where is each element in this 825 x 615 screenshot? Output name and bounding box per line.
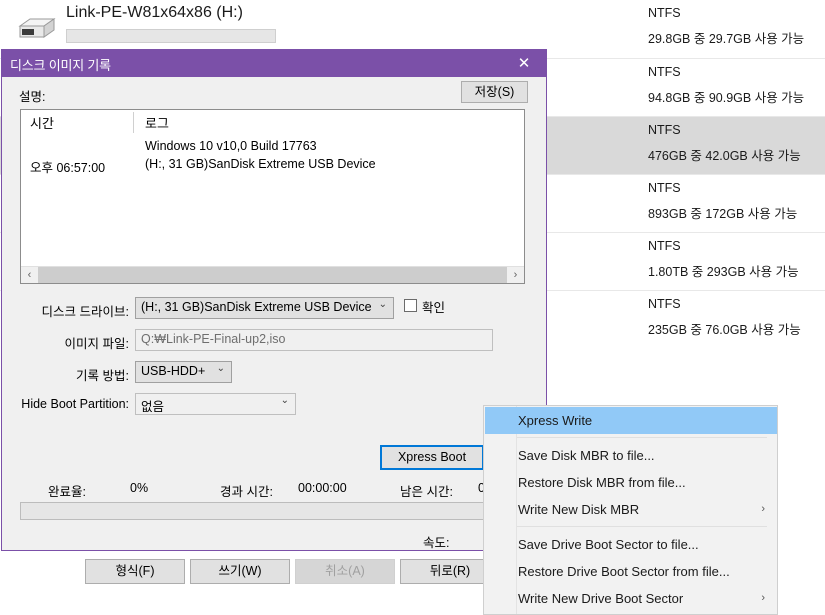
log-entry-line-1: Windows 10 v10,0 Build 17763 xyxy=(145,139,317,153)
image-file-label: 이미지 파일: xyxy=(64,337,129,351)
log-entry-time: 오후 06:57:00 xyxy=(30,161,106,175)
write-button[interactable]: 쓰기(W) xyxy=(190,559,290,584)
drive-free-space: 94.8GB 중 90.9GB 사용 가능 xyxy=(648,91,805,105)
log-horizontal-scrollbar[interactable]: ‹ › xyxy=(21,266,524,283)
drive-filesystem: NTFS xyxy=(648,181,681,195)
drive-name: Link-PE-W81x64x86 (H:) xyxy=(66,4,243,21)
confirm-checkbox[interactable] xyxy=(404,299,417,312)
drive-free-space: 235GB 중 76.0GB 사용 가능 xyxy=(648,323,801,337)
hide-boot-partition-label: Hide Boot Partition: xyxy=(21,397,129,411)
xpress-boot-button[interactable]: Xpress Boot xyxy=(380,445,484,470)
drive-free-space: 29.8GB 중 29.7GB 사용 가능 xyxy=(648,32,805,46)
log-header-row: 시간 로그 xyxy=(21,110,524,134)
menu-item-label: Save Drive Boot Sector to file... xyxy=(518,537,699,552)
drive-filesystem: NTFS xyxy=(648,6,681,20)
disk-drive-label: 디스크 드라이브: xyxy=(41,305,129,319)
chevron-down-icon: ⌄ xyxy=(378,299,387,310)
menu-item-label: Restore Drive Boot Sector from file... xyxy=(518,564,730,579)
drive-filesystem: NTFS xyxy=(648,123,681,137)
format-button[interactable]: 형식(F) xyxy=(85,559,185,584)
log-entry-line-2: (H:, 31 GB)SanDisk Extreme USB Device xyxy=(145,157,376,171)
confirm-label: 확인 xyxy=(422,301,446,315)
scroll-left-icon[interactable]: ‹ xyxy=(21,267,38,283)
menu-separator xyxy=(517,526,767,527)
menu-item[interactable]: Restore Disk MBR from file... xyxy=(485,469,777,496)
drive-free-space: 893GB 중 172GB 사용 가능 xyxy=(648,207,798,221)
hide-boot-partition-select[interactable]: 없음 ⌄ xyxy=(135,393,296,415)
elapsed-time-value: 00:00:00 xyxy=(298,481,347,495)
chevron-down-icon: ⌄ xyxy=(216,363,225,374)
menu-separator xyxy=(517,437,767,438)
menu-item[interactable]: Xpress Write xyxy=(485,407,777,434)
drive-free-space: 476GB 중 42.0GB 사용 가능 xyxy=(648,149,801,163)
scroll-right-icon[interactable]: › xyxy=(507,267,524,283)
log-column-divider xyxy=(133,112,134,133)
cancel-button: 취소(A) xyxy=(295,559,395,584)
scrollbar-thumb[interactable] xyxy=(38,267,507,283)
hide-boot-partition-value: 없음 xyxy=(141,400,165,414)
image-file-input[interactable]: Q:₩Link-PE-Final-up2,iso xyxy=(135,329,493,351)
save-button[interactable]: 저장(S) xyxy=(461,81,528,103)
log-listview[interactable]: 시간 로그 Windows 10 v10,0 Build 17763 오후 06… xyxy=(20,109,525,284)
xpress-boot-context-menu: Xpress Write Save Disk MBR to file... Rest… xyxy=(483,405,778,615)
chevron-right-icon: › xyxy=(761,503,765,515)
menu-item-label: Write New Disk MBR xyxy=(518,502,640,517)
menu-item[interactable]: Save Drive Boot Sector to file... xyxy=(485,531,777,558)
write-method-value: USB-HDD+ xyxy=(141,364,206,378)
write-method-label: 기록 방법: xyxy=(76,369,129,383)
log-column-time: 시간 xyxy=(30,116,54,131)
disk-drive-value: (H:, 31 GB)SanDisk Extreme USB Device xyxy=(141,300,372,314)
percent-label: 완료율: xyxy=(48,485,86,499)
remaining-time-label: 남은 시간: xyxy=(400,485,453,499)
dialog-titlebar: 디스크 이미지 기록 ✕ xyxy=(2,50,546,77)
menu-item[interactable]: Save Disk MBR to file... xyxy=(485,442,777,469)
menu-item-label: Xpress Write xyxy=(518,413,593,428)
disk-image-write-dialog: 디스크 이미지 기록 ✕ 설명: 저장(S) 시간 로그 Windows 10 … xyxy=(1,49,547,584)
disk-drive-select[interactable]: (H:, 31 GB)SanDisk Extreme USB Device ⌄ xyxy=(135,297,394,319)
chevron-down-icon: ⌄ xyxy=(280,395,289,406)
menu-item-label: Save Disk MBR to file... xyxy=(518,448,655,463)
description-label: 설명: xyxy=(19,90,46,104)
write-method-select[interactable]: USB-HDD+ ⌄ xyxy=(135,361,232,383)
log-column-log: 로그 xyxy=(145,116,169,131)
progress-bar xyxy=(20,502,525,520)
dialog-body: 설명: 저장(S) 시간 로그 Windows 10 v10,0 Build 1… xyxy=(2,77,546,584)
usb-drive-icon xyxy=(14,16,58,44)
drive-filesystem: NTFS xyxy=(648,239,681,253)
elapsed-time-label: 경과 시간: xyxy=(220,485,273,499)
drive-free-space: 1.80TB 중 293GB 사용 가능 xyxy=(648,265,799,279)
drive-capacity-bar xyxy=(66,29,276,43)
menu-item-label: Restore Disk MBR from file... xyxy=(518,475,686,490)
drive-filesystem: NTFS xyxy=(648,65,681,79)
speed-label: 속도: xyxy=(423,536,450,550)
percent-value: 0% xyxy=(130,481,149,495)
drive-filesystem: NTFS xyxy=(648,297,681,311)
dialog-title: 디스크 이미지 기록 xyxy=(10,58,111,73)
close-icon[interactable]: ✕ xyxy=(502,50,546,77)
menu-item[interactable]: Write New Disk MBR › xyxy=(485,496,777,523)
menu-item[interactable]: Restore Drive Boot Sector from file... xyxy=(485,558,777,585)
